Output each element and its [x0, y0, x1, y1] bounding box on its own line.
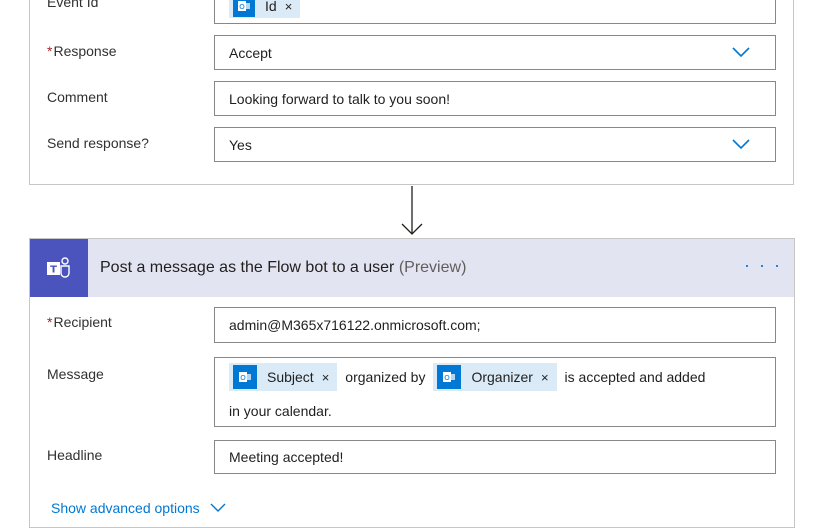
message-input[interactable]: O Subject × organized by O Organizer × i… [214, 357, 776, 427]
event-id-token[interactable]: O Id × [229, 0, 301, 18]
subject-token[interactable]: O Subject × [229, 363, 338, 391]
outlook-icon: O [437, 365, 462, 389]
remove-token-icon[interactable]: × [541, 370, 549, 385]
response-dropdown[interactable]: Accept [214, 35, 776, 70]
message-label: Message [47, 366, 104, 382]
response-label: *Response [47, 43, 117, 59]
message-text: in your calendar. [229, 403, 332, 419]
outlook-icon: O [233, 0, 255, 17]
show-advanced-options-link[interactable]: Show advanced options [51, 500, 226, 516]
action-header[interactable]: T Post a message as the Flow bot to a us… [30, 239, 794, 297]
remove-token-icon[interactable]: × [285, 0, 293, 14]
comment-label: Comment [47, 89, 108, 105]
message-text: is accepted and added [564, 369, 706, 385]
svg-text:O: O [445, 374, 451, 382]
headline-input[interactable]: Meeting accepted! [214, 440, 776, 474]
organizer-token[interactable]: O Organizer × [433, 363, 557, 391]
chevron-down-icon [210, 503, 226, 512]
headline-label: Headline [47, 447, 103, 463]
event-id-label: Event Id [47, 0, 99, 10]
recipient-input[interactable]: admin@M365x716122.onmicrosoft.com; [214, 307, 776, 343]
chevron-down-icon [732, 47, 750, 58]
arrow-down-icon [401, 186, 423, 235]
outlook-icon: O [233, 365, 257, 389]
send-response-dropdown[interactable]: Yes [214, 127, 776, 162]
action-title: Post a message as the Flow bot to a user… [100, 259, 467, 276]
event-id-field[interactable]: O Id × [214, 0, 776, 24]
send-response-label: Send response? [47, 135, 149, 151]
remove-token-icon[interactable]: × [322, 370, 330, 385]
svg-text:O: O [239, 3, 245, 11]
more-options-icon[interactable]: · · · [744, 255, 782, 276]
svg-text:T: T [50, 265, 57, 276]
message-text: organized by [345, 369, 426, 385]
teams-icon: T [30, 239, 88, 297]
comment-input[interactable]: Looking forward to talk to you soon! [214, 81, 776, 116]
recipient-label: *Recipient [47, 314, 112, 330]
svg-text:O: O [240, 374, 246, 382]
chevron-down-icon [732, 139, 750, 150]
